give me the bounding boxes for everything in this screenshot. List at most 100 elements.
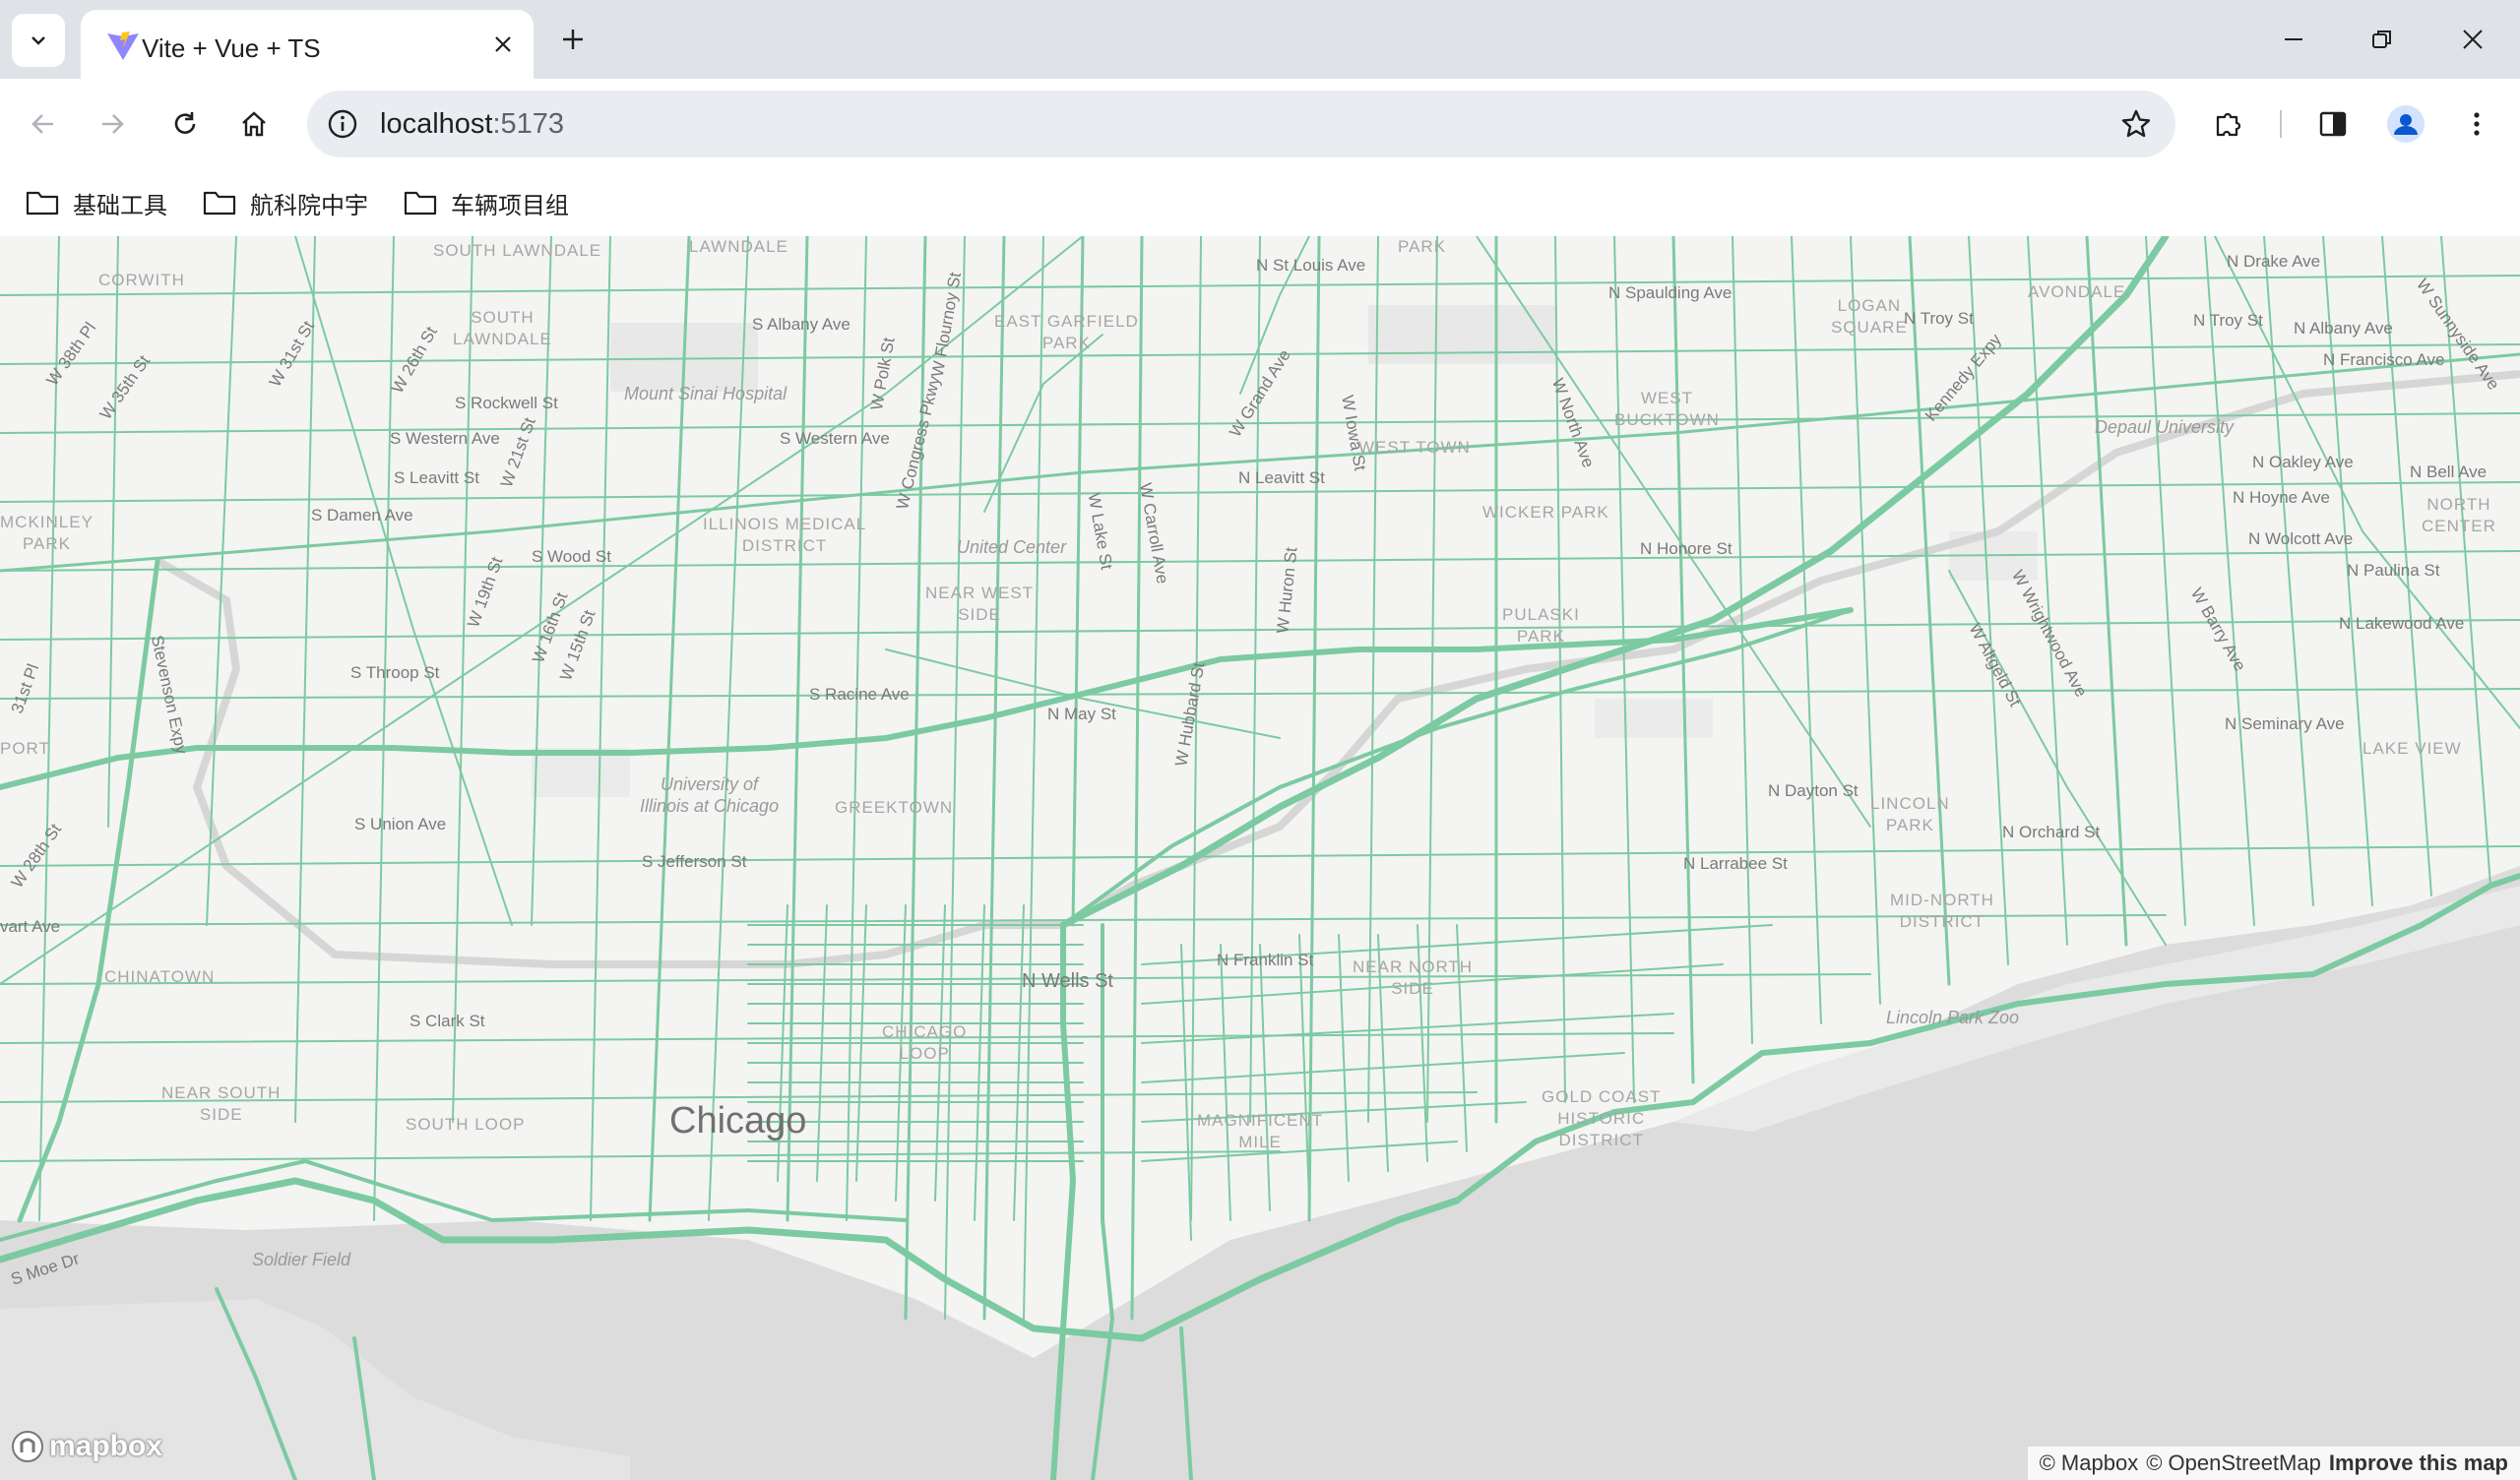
street-label: S Clark St (410, 1012, 485, 1030)
forward-arrow-icon (102, 114, 124, 134)
url-text[interactable]: localhost:5173 (380, 108, 564, 141)
street-label: N Hoyne Ave (2233, 488, 2330, 507)
street-label: N Francisco Ave (2323, 350, 2445, 369)
extensions-button[interactable] (2205, 100, 2252, 148)
side-panel-button[interactable] (2309, 100, 2357, 148)
map-canvas[interactable]: SOUTH LAWNDALE LAWNDALE CORWITH SOUTH LA… (0, 236, 2520, 1480)
street-label: S Jefferson St (642, 852, 747, 871)
street-label: N Troy St (1904, 309, 1974, 328)
street-label: S Western Ave (780, 429, 890, 448)
poi-label: Mount Sinai Hospital (624, 384, 788, 403)
site-info-button[interactable] (325, 106, 360, 142)
neighborhood-label: EAST GARFIELD PARK (994, 312, 1139, 352)
neighborhood-label: LOGAN SQUARE (1831, 296, 1908, 337)
folder-icon (404, 191, 437, 216)
address-bar[interactable]: localhost:5173 (307, 91, 2175, 157)
tab-search-button[interactable] (12, 14, 65, 67)
restore-button[interactable] (2353, 16, 2412, 63)
street-label: N Drake Ave (2227, 252, 2321, 271)
bookmark-star-button[interactable] (2116, 104, 2156, 144)
street-label: N Seminary Ave (2225, 714, 2345, 733)
poi-label: United Center (957, 537, 1067, 557)
profile-button[interactable] (2382, 100, 2429, 148)
bookmark-label: 基础工具 (73, 192, 167, 219)
neighborhood-label: GREEKTOWN (835, 798, 954, 817)
close-icon (2463, 30, 2483, 49)
street-label: N Dayton St (1768, 781, 1858, 800)
street-label: N Spaulding Ave (1608, 283, 1732, 302)
puzzle-icon (2216, 112, 2241, 137)
neighborhood-label: LINCOLN PARK (1870, 794, 1950, 834)
neighborhood-label: WICKER PARK (1482, 503, 1609, 522)
neighborhood-label: SOUTH LAWNDALE (453, 308, 552, 348)
bookmarks-bar: 基础工具 航科院中宇 车辆项目组 (0, 169, 2520, 236)
home-button[interactable] (230, 100, 278, 148)
reload-button[interactable] (161, 100, 209, 148)
street-label: N Wells St (1022, 970, 1113, 992)
street-label: S Western Ave (390, 429, 500, 448)
neighborhood-label: SOUTH LAWNDALE (433, 241, 602, 260)
plus-icon (563, 30, 583, 49)
street-label: S Wood St (532, 547, 611, 566)
neighborhood-label: GOLD COAST HISTORIC DISTRICT (1542, 1087, 1662, 1149)
neighborhood-label: ILLINOIS MEDICAL DISTRICT (703, 515, 867, 555)
bookmark-folder[interactable]: 车辆项目组 (404, 183, 569, 222)
close-icon (495, 36, 511, 52)
neighborhood-label: NEAR SOUTH SIDE (161, 1083, 282, 1124)
street-label: N Troy St (2193, 311, 2263, 330)
tab-strip: Vite + Vue + TS (0, 0, 2520, 79)
poi-label: Depaul University (2095, 417, 2235, 437)
browser-toolbar: localhost:5173 (0, 79, 2520, 169)
tab-close-button[interactable] (488, 30, 518, 59)
neighborhood-label: SOUTH LOOP (406, 1115, 526, 1134)
street-label: S Throop St (350, 663, 440, 682)
attribution-mapbox-link[interactable]: © Mapbox (2040, 1450, 2139, 1476)
neighborhood-label: AVONDALE (2028, 282, 2126, 301)
tab-title: Vite + Vue + TS (142, 33, 321, 63)
street-label: N St Louis Ave (1256, 256, 1366, 275)
bookmark-folder[interactable]: 航科院中宇 (203, 183, 368, 222)
street-label: N Larrabee St (1683, 854, 1788, 873)
bookmark-label: 车辆项目组 (451, 192, 569, 219)
minimize-button[interactable] (2264, 16, 2323, 63)
attribution-osm-link[interactable]: © OpenStreetMap (2146, 1450, 2321, 1476)
star-icon (2121, 109, 2151, 138)
neighborhood-label: PULASKI PARK (1502, 605, 1580, 646)
bookmark-folder[interactable]: 基础工具 (26, 183, 167, 222)
minimize-icon (2285, 38, 2302, 40)
neighborhood-label: LAWNDALE (689, 237, 788, 256)
street-label: N May St (1047, 705, 1116, 723)
neighborhood-label: PORT (0, 739, 50, 758)
neighborhood-label: MID-NORTH DISTRICT (1890, 891, 1994, 931)
street-label: N Leavitt St (1238, 468, 1325, 487)
park-area (1595, 699, 1713, 738)
neighborhood-label: LAKE VIEW (2362, 739, 2462, 758)
new-tab-button[interactable] (551, 18, 595, 61)
bookmark-label: 航科院中宇 (250, 192, 368, 219)
browser-tab[interactable]: Vite + Vue + TS (81, 10, 534, 79)
forward-button[interactable] (89, 100, 136, 148)
toolbar-separator (2280, 110, 2282, 138)
window-close-button[interactable] (2443, 16, 2502, 63)
map-attribution: © Mapbox © OpenStreetMap Improve this ma… (2027, 1447, 2520, 1480)
street-label: S Leavitt St (394, 468, 479, 487)
street-label: N Wolcott Ave (2248, 529, 2354, 548)
improve-map-link[interactable]: Improve this map (2329, 1450, 2508, 1476)
neighborhood-label: NEAR NORTH SIDE (1353, 957, 1474, 998)
street-label: N Franklin St (1217, 951, 1314, 969)
menu-button[interactable] (2453, 100, 2500, 148)
mapbox-logo[interactable]: mapbox (10, 1429, 162, 1464)
street-label: S Union Ave (354, 815, 447, 833)
neighborhood-label: MAGNIFICENT MILE (1197, 1111, 1324, 1151)
back-button[interactable] (20, 100, 67, 148)
neighborhood-label: MCKINLEY PARK (0, 513, 94, 553)
poi-label: Lincoln Park Zoo (1886, 1008, 2020, 1027)
poi-label: University of Illinois at Chicago (640, 774, 780, 816)
street-label: S Damen Ave (311, 506, 413, 524)
folder-icon (26, 191, 59, 216)
chevron-down-icon (32, 36, 45, 45)
street-label: S Albany Ave (752, 315, 850, 334)
street-label: vart Ave (0, 917, 61, 936)
neighborhood-label: WEST TOWN (1358, 438, 1471, 457)
mapbox-icon (12, 1431, 43, 1462)
